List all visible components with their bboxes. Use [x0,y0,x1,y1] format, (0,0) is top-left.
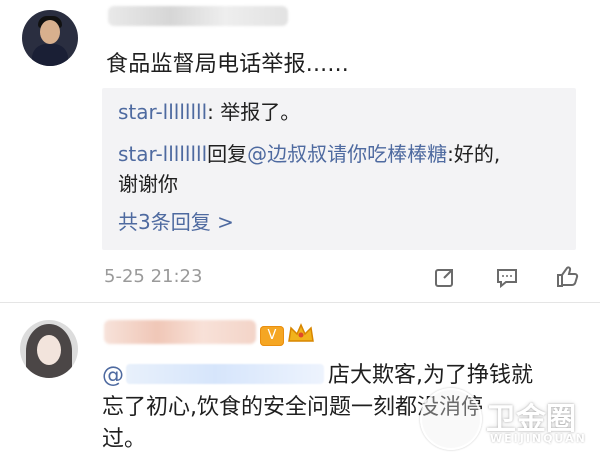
mention-blurred[interactable] [126,364,324,384]
reply-item: star-llllllll回复@边叔叔请你吃棒棒糖:好的, [118,140,500,168]
crown-icon [286,321,316,345]
mention-prefix[interactable]: @ [102,363,124,388]
watermark-icon [420,388,482,450]
watermark-subtitle: WEIJINQUAN [490,432,587,445]
reply-action: 回复 [207,142,248,166]
reply-item: star-llllllll: 举报了。 [118,98,300,126]
comment-icon[interactable] [494,264,520,290]
like-icon[interactable] [554,264,580,290]
username-blurred[interactable] [108,6,288,26]
share-icon[interactable] [432,264,458,290]
vip-badge: V [260,326,284,346]
reply-box[interactable]: star-llllllll: 举报了。 star-llllllll回复@边叔叔请… [102,88,576,250]
watermark-logo: 卫金圈 WEIJINQUAN [420,388,596,454]
comment-text: 食品监督局电话举报...... [106,52,349,77]
comment-text-line1: 店大欺客,为了挣钱就 [328,363,533,388]
reply-separator: : [447,142,454,166]
more-replies-link[interactable]: 共3条回复 > [118,206,234,235]
username-blurred[interactable] [104,320,256,344]
reply-username[interactable]: star-llllllll [118,100,207,124]
reply-separator: : [207,100,221,124]
timestamp: 5-25 21:23 [104,266,203,287]
user-avatar[interactable] [20,320,78,378]
reply-text: 举报了。 [220,100,301,124]
divider [0,302,600,303]
reply-mention[interactable]: @边叔叔请你吃棒棒糖 [247,142,447,166]
reply-text: 好的, [453,142,501,166]
user-avatar[interactable] [22,10,78,66]
reply-text-line2: 谢谢你 [118,172,178,196]
reply-username[interactable]: star-llllllll [118,142,207,166]
